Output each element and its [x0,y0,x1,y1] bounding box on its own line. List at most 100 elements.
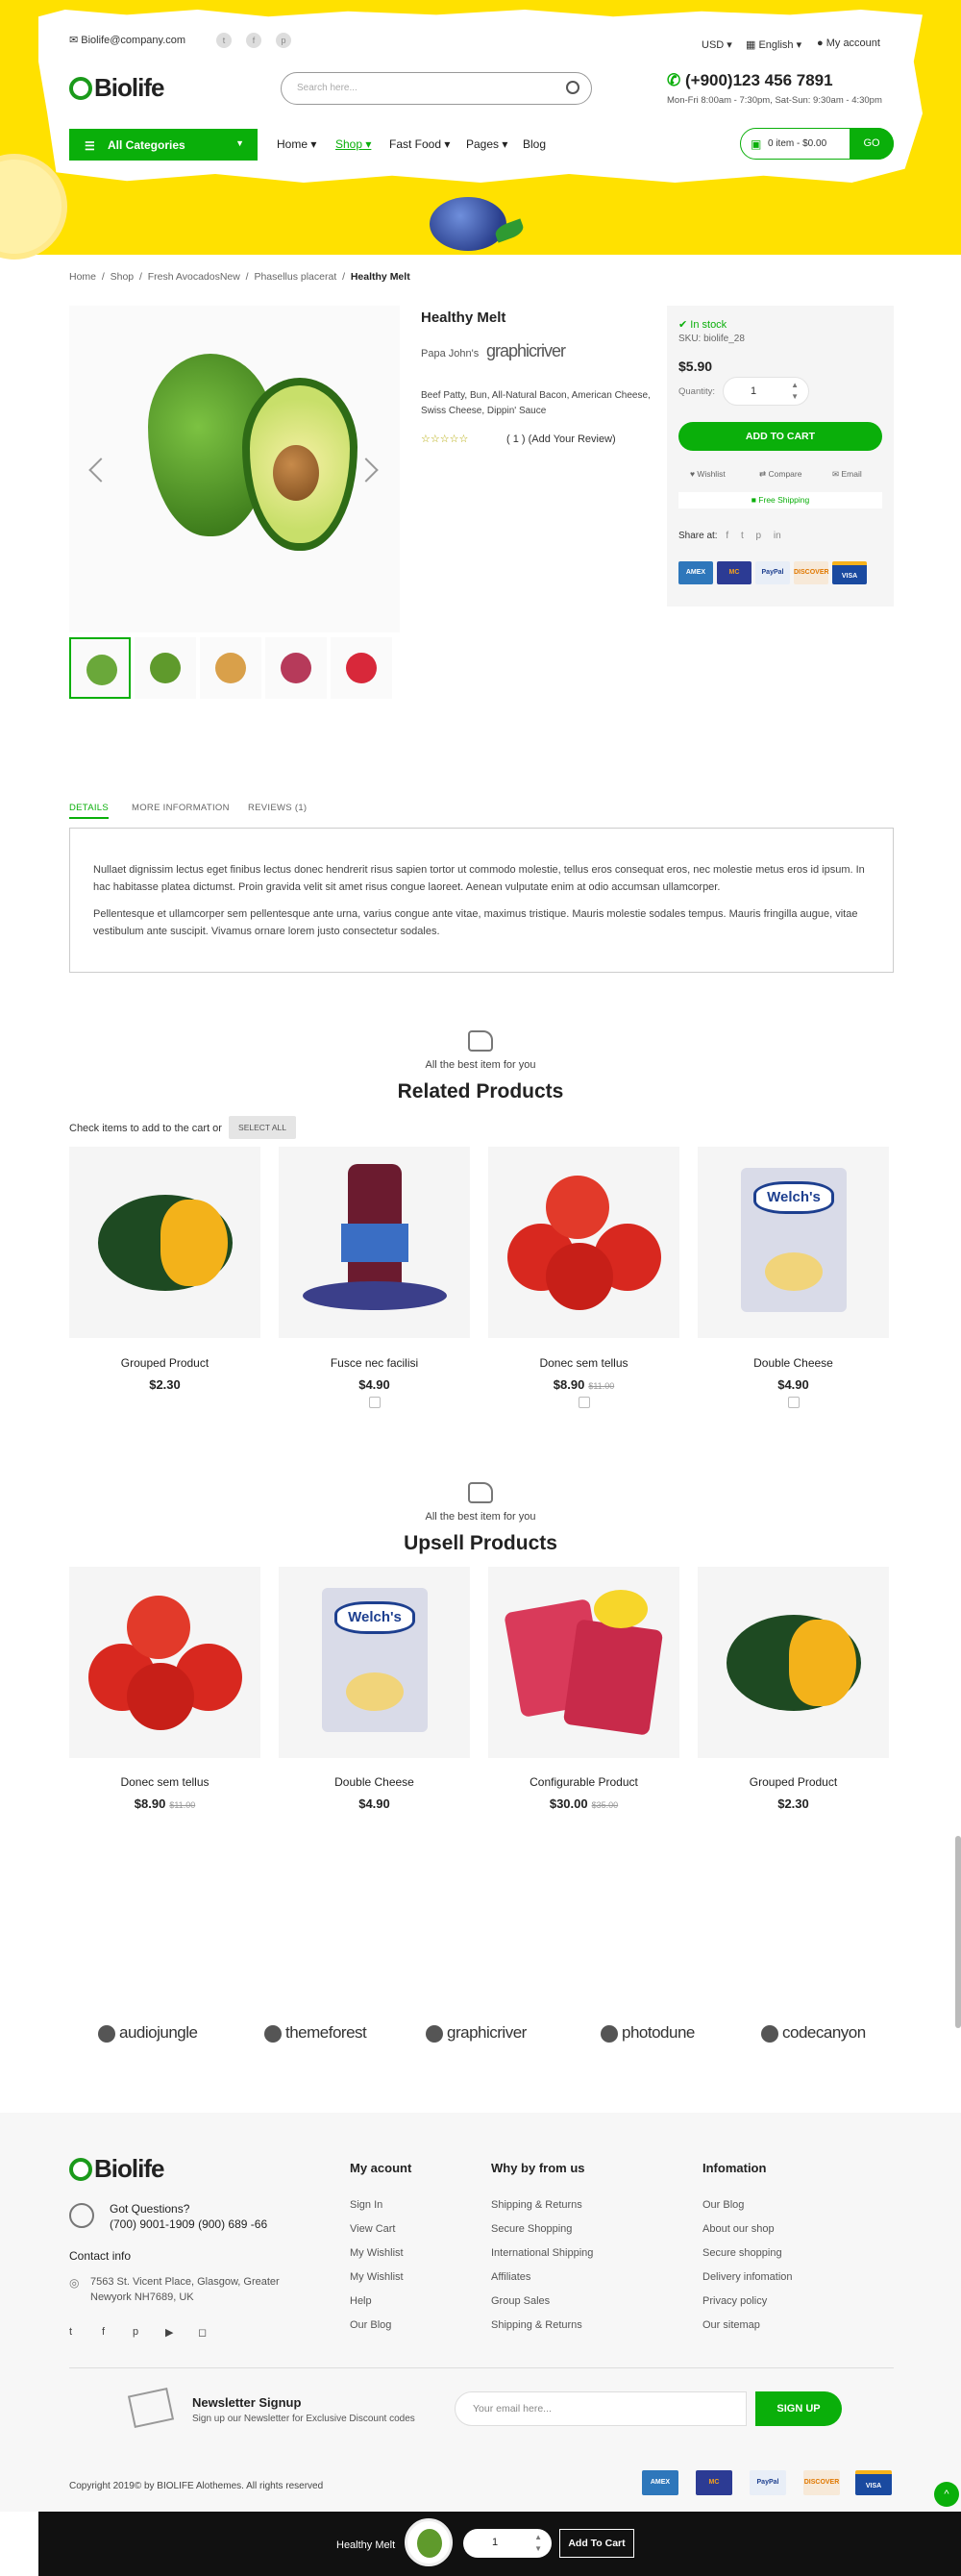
linkedin-icon[interactable]: in [774,531,781,541]
breadcrumb-category[interactable]: Fresh AvocadosNew [148,271,240,283]
footer-link[interactable]: View Cart [350,2223,395,2235]
footer-link[interactable]: About our shop [702,2223,775,2235]
partner-themeforest[interactable]: themeforest [264,2023,367,2043]
partner-codecanyon[interactable]: codecanyon [761,2023,866,2043]
product-image[interactable] [69,1147,260,1338]
related-product-card[interactable]: Welch's [698,1147,889,1338]
product-image[interactable]: Welch's [279,1567,470,1758]
footer-link[interactable]: My Wishlist [350,2271,404,2283]
product-image[interactable] [279,1147,470,1338]
product-name[interactable]: Grouped Product [69,1356,260,1370]
footer-link[interactable]: My Wishlist [350,2247,404,2259]
signup-button[interactable]: SIGN UP [755,2391,842,2426]
product-name[interactable]: Donec sem tellus [69,1775,260,1789]
tab-more-information[interactable]: MORE INFORMATION [132,803,230,813]
add-review-link[interactable]: ( 1 ) (Add Your Review) [506,433,616,445]
upsell-product-card[interactable] [698,1567,889,1758]
footer-link[interactable]: Shipping & Returns [491,2199,582,2211]
newsletter-email-input[interactable]: Your email here... [455,2391,747,2426]
footer-link[interactable]: Delivery infomation [702,2271,793,2283]
logo[interactable]: Biolife [94,73,164,103]
footer-link[interactable]: Help [350,2295,372,2307]
sticky-quantity-stepper[interactable]: 1 ▲ ▼ [463,2529,552,2558]
product-name[interactable]: Grouped Product [698,1775,889,1789]
nav-home[interactable]: Home ▾ [277,137,316,151]
partner-photodune[interactable]: photodune [601,2023,695,2043]
footer-twitter-icon[interactable]: t [69,2326,72,2338]
search-input[interactable]: Search here... [281,72,592,105]
footer-link[interactable]: Affiliates [491,2271,530,2283]
add-to-cart-button[interactable]: ADD TO CART [678,422,882,451]
pinterest-icon[interactable]: p [756,531,762,541]
thumbnail-5[interactable] [331,637,392,699]
scroll-to-top-button[interactable]: ^ [934,2482,959,2507]
select-all-button[interactable]: SELECT ALL [229,1116,296,1139]
footer-instagram-icon[interactable]: ◻ [198,2326,207,2339]
upsell-product-card[interactable] [69,1567,260,1758]
footer-link[interactable]: Secure Shopping [491,2223,572,2235]
product-name[interactable]: Configurable Product [488,1775,679,1789]
nav-shop[interactable]: Shop ▾ [335,137,371,151]
quantity-stepper[interactable]: 1 ▲ ▼ [723,377,809,406]
cart-go-button[interactable]: GO [850,128,894,160]
product-name[interactable]: Donec sem tellus [488,1356,679,1370]
footer-link[interactable]: Shipping & Returns [491,2319,582,2331]
footer-facebook-icon[interactable]: f [102,2326,105,2338]
currency-select[interactable]: USD ▾ [702,38,732,51]
stepper-arrows-icon[interactable]: ▲ ▼ [534,2532,542,2555]
footer-link[interactable]: Our Blog [702,2199,744,2211]
footer-link[interactable]: Our Blog [350,2319,391,2331]
language-select[interactable]: ▦ English ▾ [746,38,801,51]
thumbnail-4[interactable] [265,637,327,699]
product-checkbox[interactable] [369,1397,381,1408]
footer-link[interactable]: Sign In [350,2199,382,2211]
wishlist-button[interactable]: ♥ Wishlist [690,469,726,479]
footer-link[interactable]: Privacy policy [702,2295,767,2307]
footer-logo[interactable]: Biolife [94,2154,164,2184]
footer-link[interactable]: International Shipping [491,2247,593,2259]
footer-youtube-icon[interactable]: ▶ [165,2326,173,2339]
sticky-add-to-cart-button[interactable]: Add To Cart [559,2529,634,2558]
product-image[interactable] [488,1147,679,1338]
thumbnail-1[interactable] [69,637,131,699]
partner-graphicriver[interactable]: graphicriver [426,2023,527,2043]
thumbnail-2[interactable] [135,637,196,699]
product-image[interactable]: Welch's [698,1147,889,1338]
upsell-product-card[interactable]: Welch's [279,1567,470,1758]
upsell-product-card[interactable] [488,1567,679,1758]
related-product-card[interactable] [279,1147,470,1338]
footer-link[interactable]: Secure shopping [702,2247,782,2259]
nav-blog[interactable]: Blog [523,137,546,151]
thumbnail-3[interactable] [200,637,261,699]
product-image[interactable] [488,1567,679,1758]
product-image[interactable] [698,1567,889,1758]
search-icon[interactable] [566,81,579,94]
footer-link[interactable]: Group Sales [491,2295,550,2307]
brand-logo[interactable]: graphicriver [486,341,566,361]
breadcrumb-home[interactable]: Home [69,271,96,283]
footer-link[interactable]: Our sitemap [702,2319,760,2331]
pinterest-icon[interactable]: p [276,33,291,48]
tab-details[interactable]: DETAILS [69,803,109,819]
facebook-icon[interactable]: f [726,531,728,541]
breadcrumb-shop[interactable]: Shop [111,271,135,283]
product-image[interactable] [69,1567,260,1758]
email-link[interactable]: ✉ Biolife@company.com [69,34,185,46]
stepper-arrows-icon[interactable]: ▲ ▼ [791,380,799,403]
page-scrollbar[interactable] [955,1836,961,2028]
related-product-card[interactable] [488,1147,679,1338]
nav-fast-food[interactable]: Fast Food ▾ [389,137,450,151]
product-name[interactable]: Fusce nec facilisi [279,1356,470,1370]
product-checkbox[interactable] [579,1397,590,1408]
product-checkbox[interactable] [788,1397,800,1408]
email-button[interactable]: ✉ Email [832,469,862,480]
twitter-icon[interactable]: t [741,531,744,541]
twitter-icon[interactable]: t [216,33,232,48]
footer-pinterest-icon[interactable]: p [133,2326,138,2338]
mini-cart[interactable]: ▣ 0 item - $0.00 GO [740,128,894,160]
all-categories-button[interactable]: ☰ All Categories ▼ [69,129,258,161]
nav-pages[interactable]: Pages ▾ [466,137,507,151]
product-name[interactable]: Double Cheese [279,1775,470,1789]
related-product-card[interactable] [69,1147,260,1338]
breadcrumb-subcategory[interactable]: Phasellus placerat [254,271,336,283]
